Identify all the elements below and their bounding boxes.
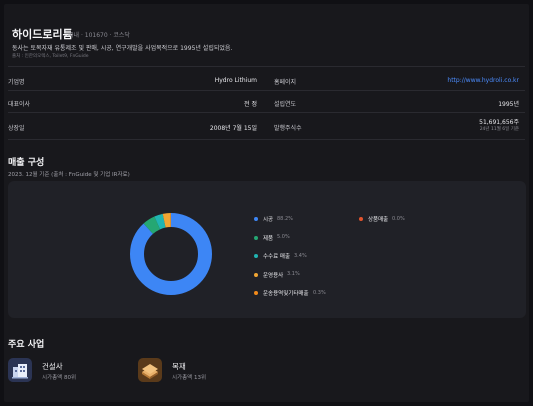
donut-slice-0[interactable] (130, 213, 212, 295)
company-source: 출처 : 인한의오렉스, Toilet9, FnGuide (12, 54, 89, 59)
legend-label: 제품 (263, 235, 274, 242)
shares-value: 51,691,656주 (479, 119, 519, 126)
company-name: 하이드로리튬 (12, 28, 73, 41)
founded-value: 1995년 (498, 101, 519, 108)
building-icon[interactable] (8, 358, 32, 382)
revenue-donut-chart (130, 213, 212, 295)
legend-label: 운영용사 (263, 272, 284, 279)
revenue-title: 매출 구성 (8, 158, 45, 168)
legend-dot (254, 217, 258, 221)
legend-label: 상품매출 (368, 217, 389, 223)
business-name[interactable]: 목재 (172, 361, 186, 372)
listed-value: 2008년 7월 15일 (209, 125, 257, 132)
company-meta: 국내 · 101670 · 코스닥 (68, 32, 130, 39)
legend-dot (254, 235, 258, 240)
legend-dot (254, 254, 258, 258)
business-rank: 시가총액 80위 (42, 375, 77, 381)
business-title: 주요 사업 (8, 340, 45, 350)
company-name-en-value: Hydro Lithium (214, 77, 257, 84)
legend-dot (254, 291, 258, 295)
ceo-value: 전 정 (244, 101, 257, 108)
legend-label: 수수료 매출 (263, 254, 291, 260)
shares-date: 24년 11월 6일 기준 (479, 127, 519, 132)
business-name[interactable]: 건설사 (42, 361, 63, 372)
business-rank: 시가총액 13위 (172, 375, 207, 381)
founded-label: 설립연도 (274, 101, 297, 108)
company-name-en-label: 기업명 (8, 79, 25, 86)
legend-percent: 0.3% (313, 289, 326, 296)
ceo-label: 대표이사 (8, 101, 31, 108)
divider (8, 112, 525, 113)
legend-dot (254, 272, 258, 277)
divider (8, 139, 525, 140)
legend-percent: 3.4% (294, 252, 307, 259)
homepage-label: 홈페이지 (274, 79, 297, 86)
listed-label: 상장일 (8, 125, 25, 132)
legend-percent: 3.1% (287, 271, 300, 277)
revenue-subtitle: 2023. 12월 기준 (출처 : FnGuide 및 기업 IR자료) (8, 172, 130, 178)
legend-percent: 0.0% (392, 215, 405, 222)
legend-percent: 88.2% (277, 215, 293, 222)
company-page: 하이드로리튬 국내 · 101670 · 코스닥 동사는 토목자재 유통제조 및… (4, 4, 529, 402)
legend-dot (359, 217, 363, 221)
shares-label: 발행주식수 (274, 125, 302, 132)
divider (8, 66, 525, 67)
wood-icon[interactable] (138, 358, 162, 382)
legend-label: 운송용역및기타매출 (263, 291, 309, 297)
legend-label: 시공 (263, 217, 274, 223)
homepage-link[interactable]: http://www.hydroli.co.kr (447, 77, 519, 84)
company-description: 동사는 토목자재 유통제조 및 판매, 시공, 연구개발을 사업목적으로 199… (12, 45, 233, 52)
divider (8, 90, 525, 91)
revenue-chart-card: 시공 88.2% 제품 5.0% 수수료 매출 3.4% 운영용사 3.1% 운송용역및기타매출… (8, 181, 526, 318)
legend-percent: 5.0% (277, 234, 290, 240)
